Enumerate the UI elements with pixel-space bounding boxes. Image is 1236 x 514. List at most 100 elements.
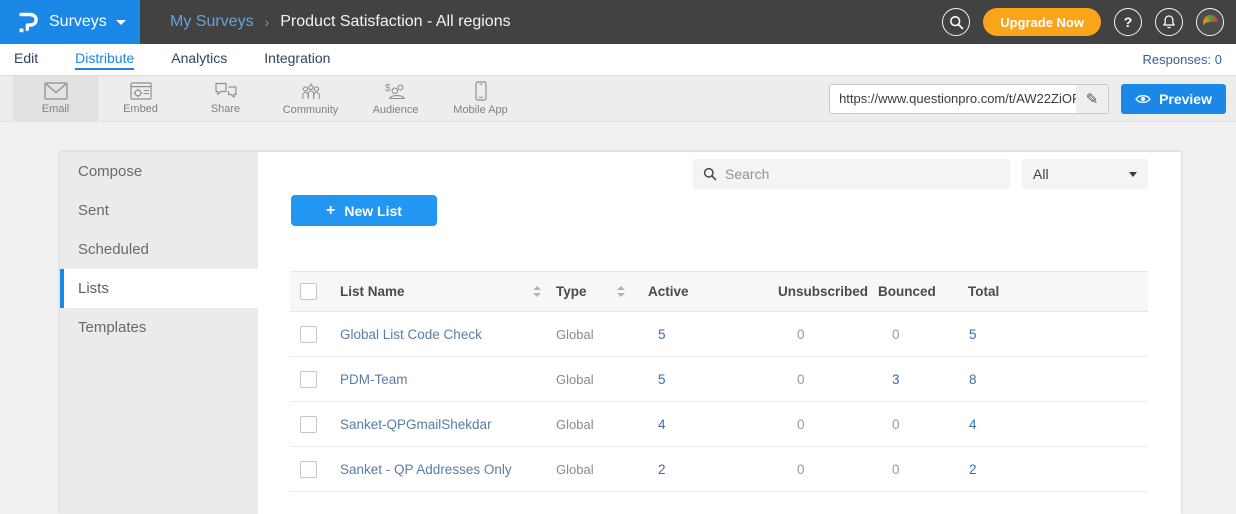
lists-content: All + New List List Name — [258, 152, 1181, 514]
list-search-box — [693, 159, 1010, 189]
tab-analytics[interactable]: Analytics — [171, 50, 227, 70]
list-name-link[interactable]: Global List Code Check — [330, 312, 546, 357]
list-filter-dropdown[interactable]: All — [1022, 159, 1148, 189]
sidebar-item-lists[interactable]: Lists — [60, 269, 258, 308]
search-icon — [703, 167, 717, 181]
plus-icon: + — [326, 202, 335, 220]
total-count-link[interactable]: 2 — [969, 462, 977, 477]
bounced-count: 0 — [892, 417, 900, 432]
table-row: Global List Code Check Global 5 0 0 5 — [290, 312, 1148, 357]
row-checkbox[interactable] — [300, 326, 317, 343]
search-icon — [949, 15, 964, 30]
edit-url-button[interactable]: ✎ — [1076, 85, 1108, 113]
sort-icon[interactable] — [533, 286, 541, 297]
survey-tab-bar: Edit Distribute Analytics Integration Re… — [0, 44, 1236, 76]
active-count-link[interactable]: 5 — [658, 327, 666, 342]
new-list-button[interactable]: + New List — [291, 195, 437, 226]
bounced-count: 0 — [892, 462, 900, 477]
channel-audience[interactable]: $ Audience — [353, 76, 438, 122]
search-button[interactable] — [942, 8, 970, 36]
embed-icon — [130, 82, 152, 100]
audience-icon: $ — [384, 82, 408, 101]
chevron-down-icon — [1129, 172, 1137, 177]
questionpro-logo-icon — [16, 9, 39, 36]
channel-community[interactable]: Community — [268, 76, 353, 122]
share-icon — [214, 82, 238, 100]
channel-share[interactable]: Share — [183, 76, 268, 122]
table-row: PDM-Team Global 5 0 3 8 — [290, 357, 1148, 402]
notifications-button[interactable] — [1155, 8, 1183, 36]
bounced-count-link[interactable]: 3 — [892, 372, 900, 387]
active-count-link[interactable]: 4 — [658, 417, 666, 432]
responses-count[interactable]: Responses: 0 — [1143, 52, 1223, 67]
sidebar-item-scheduled[interactable]: Scheduled — [60, 230, 258, 269]
mobile-app-icon — [475, 81, 487, 101]
question-mark-icon: ? — [1124, 14, 1133, 30]
eye-icon — [1135, 93, 1151, 105]
sidebar-item-templates[interactable]: Templates — [60, 308, 258, 347]
channel-mobile-app[interactable]: Mobile App — [438, 76, 523, 122]
breadcrumb-separator: › — [265, 14, 270, 30]
select-all-checkbox[interactable] — [300, 283, 317, 300]
distribute-toolbar: Email Embed Share — [0, 76, 1236, 122]
tab-edit[interactable]: Edit — [14, 50, 38, 70]
unsubscribed-count: 0 — [797, 417, 805, 432]
preview-button[interactable]: Preview — [1121, 84, 1226, 114]
survey-url-box: ✎ — [829, 84, 1109, 114]
email-sidebar: Compose Sent Scheduled Lists Templates — [60, 152, 258, 514]
list-name-link[interactable]: Sanket - QP Addresses Only — [330, 447, 546, 492]
bounced-count: 0 — [892, 327, 900, 342]
toolbar-right: ✎ Preview — [829, 84, 1236, 114]
svg-text:$: $ — [385, 83, 391, 94]
sidebar-item-compose[interactable]: Compose — [60, 152, 258, 191]
channel-list: Email Embed Share — [13, 76, 523, 122]
breadcrumb: My Surveys › Product Satisfaction - All … — [170, 13, 511, 31]
active-count-link[interactable]: 2 — [658, 462, 666, 477]
tab-integration[interactable]: Integration — [264, 50, 330, 70]
email-lists-panel: Compose Sent Scheduled Lists Templates A… — [60, 152, 1181, 514]
unsubscribed-count: 0 — [797, 462, 805, 477]
row-checkbox[interactable] — [300, 371, 317, 388]
table-header-row: List Name Type Active Unsubscribed — [290, 272, 1148, 312]
help-button[interactable]: ? — [1114, 8, 1142, 36]
tab-distribute[interactable]: Distribute — [75, 50, 134, 70]
channel-email[interactable]: Email — [13, 76, 98, 122]
product-switcher[interactable]: Surveys — [0, 0, 140, 44]
pencil-icon: ✎ — [1086, 90, 1099, 108]
list-name-link[interactable]: PDM-Team — [330, 357, 546, 402]
profile-avatar[interactable] — [1196, 8, 1224, 36]
col-bounced: Bounced — [870, 272, 960, 312]
chevron-down-icon — [116, 20, 126, 25]
table-row: Sanket - QP Addresses Only Global 2 0 0 … — [290, 447, 1148, 492]
col-total: Total — [960, 272, 1040, 312]
unsubscribed-count: 0 — [797, 372, 805, 387]
lists-table: List Name Type Active Unsubscribed — [290, 271, 1148, 492]
header-actions: Upgrade Now ? — [942, 8, 1236, 36]
email-icon — [44, 82, 68, 100]
table-row: Sanket-QPGmailShekdar Global 4 0 0 4 — [290, 402, 1148, 447]
unsubscribed-count: 0 — [797, 327, 805, 342]
page-title: Product Satisfaction - All regions — [280, 13, 510, 31]
total-count-link[interactable]: 8 — [969, 372, 977, 387]
channel-embed[interactable]: Embed — [98, 76, 183, 122]
active-count-link[interactable]: 5 — [658, 372, 666, 387]
upgrade-now-button[interactable]: Upgrade Now — [983, 8, 1101, 36]
total-count-link[interactable]: 5 — [969, 327, 977, 342]
top-header: Surveys My Surveys › Product Satisfactio… — [0, 0, 1236, 44]
sort-icon[interactable] — [617, 286, 625, 297]
bell-icon — [1161, 14, 1177, 30]
avatar-logo-mark — [1203, 15, 1218, 30]
total-count-link[interactable]: 4 — [969, 417, 977, 432]
col-active: Active — [640, 272, 770, 312]
col-type[interactable]: Type — [556, 284, 587, 299]
row-checkbox[interactable] — [300, 461, 317, 478]
sidebar-item-sent[interactable]: Sent — [60, 191, 258, 230]
col-list-name[interactable]: List Name — [340, 284, 405, 299]
search-input[interactable] — [725, 166, 1000, 182]
breadcrumb-my-surveys[interactable]: My Surveys — [170, 13, 254, 31]
row-checkbox[interactable] — [300, 416, 317, 433]
product-name: Surveys — [49, 13, 107, 31]
list-name-link[interactable]: Sanket-QPGmailShekdar — [330, 402, 546, 447]
survey-url-input[interactable] — [830, 91, 1076, 106]
col-unsubscribed: Unsubscribed — [770, 272, 870, 312]
